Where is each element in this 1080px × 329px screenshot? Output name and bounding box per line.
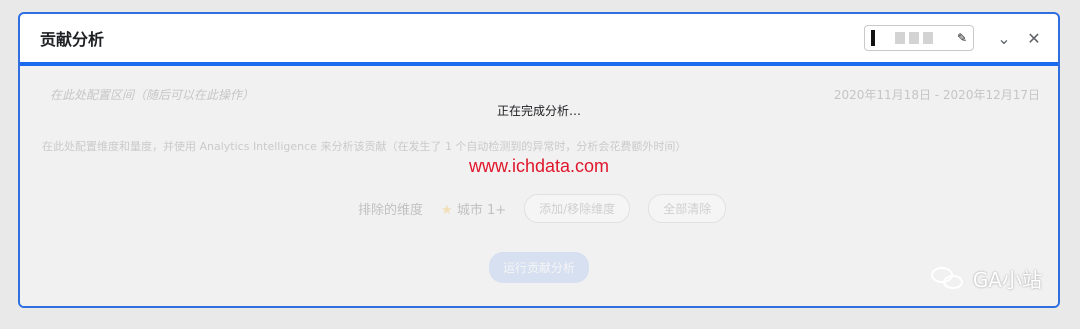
close-icon[interactable]: ✕ <box>1024 28 1044 48</box>
card-body: 在此处配置区间（随后可以在此操作） 2020年11月18日 - 2020年12月… <box>20 66 1058 306</box>
chevron-down-icon[interactable]: ⌄ <box>994 28 1014 48</box>
redacted-block <box>909 32 919 44</box>
brand-text: GA小站 <box>972 268 1042 292</box>
hint-text: 在此处配置区间（随后可以在此操作） <box>50 88 255 102</box>
pencil-icon[interactable]: ✎ <box>957 31 967 45</box>
clear-all-button[interactable]: 全部清除 <box>648 194 727 223</box>
contribution-analysis-card: 贡献分析 ✎ ⌄ ✕ 在此处配置区间（随后可以在此操作） 2020年11月18日… <box>18 12 1060 308</box>
redacted-block <box>923 32 933 44</box>
star-icon: ★ <box>441 203 453 218</box>
date-range: 2020年11月18日 - 2020年12月17日 <box>833 88 1040 102</box>
segment-chip[interactable]: ✎ <box>864 25 974 51</box>
card-title: 贡献分析 <box>40 30 105 49</box>
run-analysis-button[interactable]: 运行贡献分析 <box>489 252 590 283</box>
excluded-dimensions-row: 排除的维度 ★ 城市 1+ 添加/移除维度 全部清除 <box>358 194 727 223</box>
watermark-text: www.ichdata.com <box>468 156 610 176</box>
brand-watermark: GA小站 <box>930 264 1042 293</box>
loading-status: 正在完成分析… <box>496 104 581 118</box>
excluded-dimensions-label: 排除的维度 <box>358 203 424 218</box>
description-text: 在此处配置维度和量度，并使用 Analytics Intelligence 来分… <box>42 140 687 153</box>
dimension-count: 1+ <box>486 203 507 218</box>
card-header: 贡献分析 ✎ ⌄ ✕ <box>20 14 1058 66</box>
wechat-icon <box>930 266 965 291</box>
dimension-name: 城市 <box>456 203 483 218</box>
add-dimensions-button[interactable]: 添加/移除维度 <box>524 194 631 223</box>
redacted-block <box>895 32 905 44</box>
redacted-block <box>871 30 875 46</box>
dimension-chip[interactable]: ★ 城市 1+ <box>441 199 506 218</box>
